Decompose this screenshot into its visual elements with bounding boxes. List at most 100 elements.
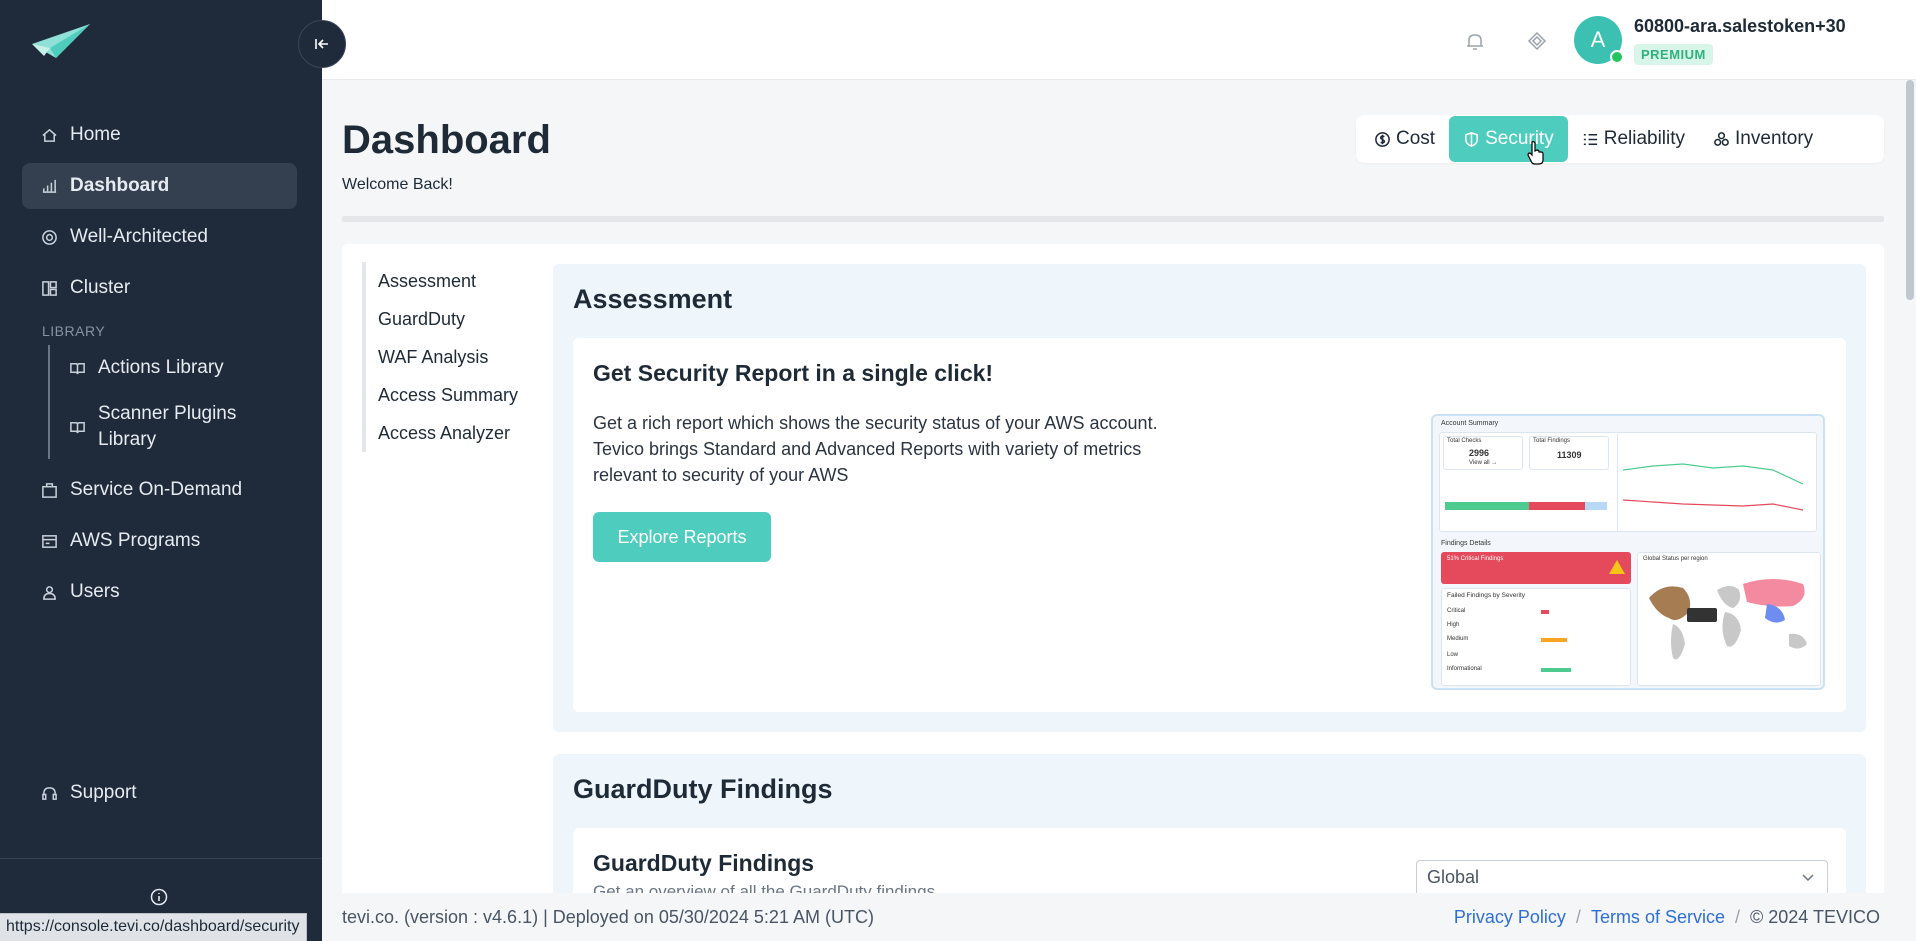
subnav-access-summary[interactable]: Access Summary <box>378 376 522 414</box>
dollar-icon <box>1375 131 1390 147</box>
card-description: Get a rich report which shows the securi… <box>593 413 1158 485</box>
sidebar-item-dashboard[interactable]: Dashboard <box>22 163 297 209</box>
sidebar-item-scanner-plugins-library[interactable]: Scanner Plugins Library <box>50 395 297 459</box>
sidebar-item-label: Cluster <box>70 277 131 298</box>
preview-severity-medium: Medium <box>1447 636 1469 642</box>
card-icon <box>40 532 58 550</box>
preview-global-status: Global Status per region <box>1643 556 1708 562</box>
tab-cost[interactable]: Cost <box>1360 116 1449 162</box>
sidebar-item-support[interactable]: Support <box>40 782 137 804</box>
sidebar-item-label: Users <box>70 581 120 602</box>
preview-sev-bar <box>1541 610 1549 614</box>
sidebar-item-label: Actions Library <box>98 357 224 378</box>
subnav-access-analyzer[interactable]: Access Analyzer <box>378 414 522 452</box>
sidebar-item-well-architected[interactable]: Well-Architected <box>22 214 297 260</box>
sidebar-item-label: Home <box>70 124 121 145</box>
copyright: © 2024 TEVICO <box>1750 907 1880 927</box>
sidebar-item-home[interactable]: Home <box>22 112 297 158</box>
info-icon[interactable] <box>150 888 168 906</box>
target-icon <box>40 228 58 246</box>
tab-inventory[interactable]: Inventory <box>1699 116 1827 162</box>
cubes-icon <box>1714 131 1729 146</box>
book-icon <box>68 418 86 436</box>
terms-of-service-link[interactable]: Terms of Service <box>1591 907 1725 928</box>
region-select-value: Global <box>1427 867 1480 887</box>
subnav-waf-analysis[interactable]: WAF Analysis <box>378 338 522 376</box>
preview-severity-low: Low <box>1447 652 1459 658</box>
sidebar-item-users[interactable]: Users <box>22 569 297 615</box>
list-icon <box>1583 133 1597 145</box>
sidebar-item-actions-library[interactable]: Actions Library <box>50 345 297 391</box>
security-panel: Assessment GuardDuty WAF Analysis Access… <box>342 244 1884 904</box>
preview-severity-info: Informational <box>1447 666 1482 672</box>
explore-reports-button[interactable]: Explore Reports <box>593 512 771 562</box>
preview-view-all: View all → <box>1469 460 1498 466</box>
preview-critical-text: 51% Critical Findings <box>1447 556 1504 562</box>
sidebar-item-label: AWS Programs <box>70 530 201 551</box>
chart-icon <box>40 177 58 195</box>
sidebar-item-label: Service On-Demand <box>70 479 243 500</box>
tab-reliability[interactable]: Reliability <box>1568 116 1699 162</box>
subnav-guardduty[interactable]: GuardDuty <box>378 300 522 338</box>
report-preview-image: Account Summary Total Checks 2996 View a… <box>1431 414 1825 690</box>
section-title: GuardDuty Findings <box>573 774 833 804</box>
status-url-tooltip: https://console.tevi.co/dashboard/securi… <box>0 913 307 941</box>
preview-total-checks-label: Total Checks <box>1447 438 1482 444</box>
sidebar-item-label: Dashboard <box>70 175 170 196</box>
region-select[interactable]: Global <box>1416 860 1828 896</box>
collapse-sidebar-button[interactable] <box>298 20 346 68</box>
preview-world-map <box>1649 579 1807 660</box>
section-subnav: Assessment GuardDuty WAF Analysis Access… <box>362 262 522 452</box>
preview-fail-bar <box>1529 502 1585 510</box>
sidebar-item-cluster[interactable]: Cluster <box>22 265 297 311</box>
tab-label: Reliability <box>1603 128 1686 149</box>
bell-icon[interactable] <box>1464 30 1486 52</box>
briefcase-icon <box>40 481 58 499</box>
mouse-pointer-icon <box>1527 141 1544 165</box>
preview-total-checks: 2996 <box>1469 448 1490 458</box>
plan-badge: PREMIUM <box>1634 44 1713 65</box>
avatar-letter: A <box>1590 27 1606 52</box>
tevico-logo-icon[interactable] <box>30 22 92 62</box>
preview-sev-bar <box>1541 668 1571 672</box>
book-icon <box>68 359 86 377</box>
footer-separator: / <box>1575 907 1581 927</box>
warning-icon <box>1609 560 1625 574</box>
footer-version: tevi.co. (version : v4.6.1) | Deployed o… <box>342 907 874 927</box>
preview-sev-bar <box>1541 638 1567 642</box>
support-label: Support <box>70 782 137 803</box>
dashboard-tabs: Cost Security Reliability Inventory <box>1356 115 1884 163</box>
preview-severity-high: High <box>1447 622 1460 628</box>
user-icon <box>40 583 58 601</box>
username[interactable]: 60800-ara.salestoken+30 <box>1634 16 1846 37</box>
section-title: Assessment <box>573 284 733 314</box>
top-header <box>322 0 1916 80</box>
card-title: GuardDuty Findings <box>593 850 815 876</box>
preview-account-summary: Account Summary <box>1441 420 1499 427</box>
collapse-left-icon <box>315 39 328 49</box>
diamond-icon[interactable] <box>1526 30 1548 52</box>
preview-line-chart <box>1623 463 1804 511</box>
sidebar-item-service-on-demand[interactable]: Service On-Demand <box>22 467 297 513</box>
privacy-policy-link[interactable]: Privacy Policy <box>1454 907 1566 928</box>
sidebar-nav: Home Dashboard Well-Architected Cluster … <box>22 112 297 620</box>
sidebar-item-aws-programs[interactable]: AWS Programs <box>22 518 297 564</box>
library-group: Actions Library Scanner Plugins Library <box>48 345 297 459</box>
preview-total-findings-label: Total Findings <box>1533 438 1571 444</box>
assessment-section: Assessment Get Security Report in a sing… <box>553 264 1866 732</box>
page-scrollbar[interactable] <box>1906 80 1914 300</box>
assessment-card: Get Security Report in a single click! G… <box>573 338 1846 712</box>
tab-label: Inventory <box>1735 128 1814 149</box>
sidebar-item-label: Well-Architected <box>70 226 208 247</box>
sidebar-item-label: Scanner Plugins Library <box>98 403 237 450</box>
online-status-dot <box>1610 50 1624 64</box>
preview-severity-critical: Critical <box>1447 608 1466 614</box>
footer-links: Privacy Policy / Terms of Service / © 20… <box>1454 907 1880 928</box>
footer: tevi.co. (version : v4.6.1) | Deployed o… <box>322 893 1916 941</box>
guardduty-section: GuardDuty Findings GuardDuty Findings Ge… <box>553 754 1866 904</box>
subnav-assessment[interactable]: Assessment <box>378 262 522 300</box>
page-title: Dashboard <box>342 118 551 162</box>
headset-icon <box>40 784 58 802</box>
tab-security[interactable]: Security <box>1449 116 1568 162</box>
shield-icon <box>1465 131 1479 147</box>
